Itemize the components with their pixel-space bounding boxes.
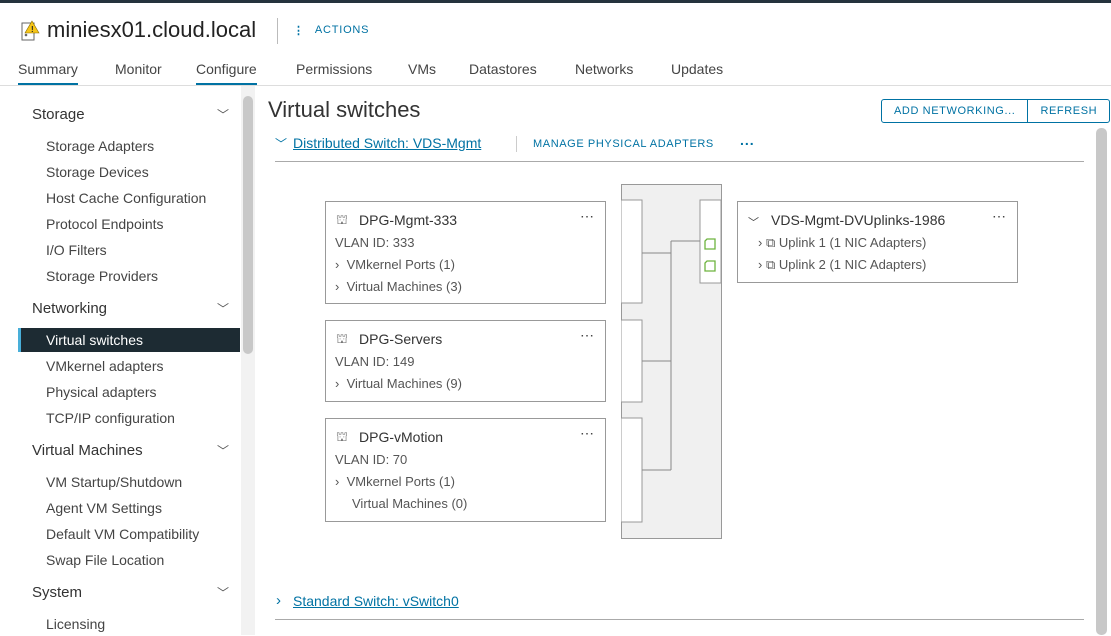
sidebar-item-storage-adapters[interactable]: Storage Adapters: [18, 134, 240, 158]
uplink-toggle[interactable]: › ⧉ Uplink 1 (1 NIC Adapters): [758, 235, 926, 251]
tab-summary[interactable]: Summary: [18, 61, 78, 86]
more-actions-button[interactable]: ...: [740, 132, 755, 148]
kebab-icon: ⋮: [293, 25, 305, 37]
uplinks-name: VDS-Mgmt-DVUplinks-1986: [771, 212, 946, 228]
tab-datastores[interactable]: Datastores: [469, 61, 537, 83]
actions-button[interactable]: ⋮ ACTIONS: [293, 24, 369, 37]
more-icon[interactable]: ⋯: [580, 208, 595, 225]
sidebar-item-io-filters[interactable]: I/O Filters: [18, 238, 240, 262]
more-icon[interactable]: ⋯: [580, 425, 595, 442]
sidebar-item-tcpip[interactable]: TCP/IP configuration: [18, 406, 240, 430]
tab-vms[interactable]: VMs: [408, 61, 436, 83]
vds-link[interactable]: Distributed Switch: VDS-Mgmt: [293, 135, 481, 151]
row-label: Virtual Machines (0): [352, 496, 468, 511]
main-scrollbar[interactable]: [1096, 128, 1107, 635]
sidebar-item-virtual-switches[interactable]: Virtual switches: [18, 328, 240, 352]
tab-permissions[interactable]: Permissions: [296, 61, 372, 83]
top-bar: [0, 0, 1111, 3]
row-label: VMkernel Ports (1): [346, 474, 455, 489]
chevron-down-icon[interactable]: ﹀: [217, 442, 229, 459]
sidebar-section-storage[interactable]: Storage: [32, 106, 85, 123]
chevron-down-icon[interactable]: ﹀: [275, 135, 287, 152]
sidebar-section-networking[interactable]: Networking: [32, 300, 107, 317]
tab-updates[interactable]: Updates: [671, 61, 723, 83]
portgroup-icon: ⛫: [336, 212, 348, 227]
manage-physical-adapters-button[interactable]: MANAGE PHYSICAL ADAPTERS: [533, 138, 714, 150]
sidebar-item-agent-vm[interactable]: Agent VM Settings: [18, 496, 240, 520]
row-label: VMkernel Ports (1): [346, 257, 455, 272]
host-warning-icon: !: [20, 20, 40, 47]
row-label: Virtual Machines (3): [346, 279, 462, 294]
portgroup-icon: ⛫: [336, 331, 348, 346]
vlan-id: VLAN ID: 149: [335, 354, 415, 369]
divider: [277, 18, 278, 44]
uplink-icon: ⧉: [765, 235, 776, 250]
svg-text:!: !: [31, 25, 34, 34]
sidebar-item-storage-devices[interactable]: Storage Devices: [18, 160, 240, 184]
sidebar-item-physical-adapters[interactable]: Physical adapters: [18, 380, 240, 404]
portgroup-name: DPG-vMotion: [359, 429, 444, 445]
sidebar-item-vm-startup[interactable]: VM Startup/Shutdown: [18, 470, 240, 494]
portgroup-icon: ⛫: [336, 429, 348, 444]
add-networking-button[interactable]: ADD NETWORKING...: [882, 100, 1027, 122]
actions-label: ACTIONS: [314, 24, 370, 36]
chevron-down-icon[interactable]: ﹀: [217, 584, 229, 601]
sidebar-section-virtual-machines[interactable]: Virtual Machines: [32, 442, 143, 459]
portgroup-name: DPG-Servers: [359, 331, 443, 347]
row-label: Uplink 2 (1 NIC Adapters): [778, 257, 927, 272]
vmkernel-ports-toggle[interactable]: › VMkernel Ports (1): [335, 474, 455, 489]
chevron-down-icon[interactable]: ﹀: [217, 106, 229, 123]
switch-connectors: [621, 199, 722, 523]
portgroup-card: ⛫ DPG-Mgmt-333 ⋯ VLAN ID: 333 › VMkernel…: [325, 201, 606, 304]
portgroup-name: DPG-Mgmt-333: [359, 212, 458, 228]
vmkernel-ports-toggle[interactable]: › VMkernel Ports (1): [335, 257, 455, 272]
uplink-icon: ⧉: [765, 257, 776, 272]
sidebar: Storage ﹀ Storage Adapters Storage Device…: [0, 86, 240, 635]
chevron-down-icon[interactable]: ﹀: [217, 300, 229, 317]
vlan-id: VLAN ID: 70: [335, 452, 408, 467]
virtual-machines-toggle[interactable]: › Virtual Machines (9): [335, 376, 462, 391]
section-divider: [275, 161, 1084, 162]
sidebar-item-default-vm-compat[interactable]: Default VM Compatibility: [18, 522, 240, 546]
section-divider: [275, 619, 1084, 620]
sidebar-item-licensing[interactable]: Licensing: [18, 612, 240, 636]
sidebar-item-host-cache[interactable]: Host Cache Configuration: [18, 186, 240, 210]
uplink-toggle[interactable]: › ⧉ Uplink 2 (1 NIC Adapters): [758, 257, 926, 273]
sidebar-item-protocol-endpoints[interactable]: Protocol Endpoints: [18, 212, 240, 236]
host-title: miniesx01.cloud.local: [47, 17, 257, 42]
more-icon[interactable]: ⋯: [580, 327, 595, 344]
virtual-machines-toggle[interactable]: › Virtual Machines (3): [335, 279, 462, 294]
button-group: ADD NETWORKING... REFRESH: [881, 99, 1111, 123]
tab-networks[interactable]: Networks: [575, 61, 633, 83]
divider: [516, 136, 517, 152]
portgroup-card: ⛫ DPG-vMotion ⋯ VLAN ID: 70 › VMkernel P…: [325, 418, 606, 522]
vlan-id: VLAN ID: 333: [335, 235, 415, 250]
chevron-right-icon[interactable]: ›: [276, 592, 281, 609]
more-icon[interactable]: ⋯: [992, 208, 1007, 225]
sidebar-scrollbar[interactable]: [243, 96, 253, 354]
sidebar-section-system[interactable]: System: [32, 584, 82, 601]
portgroup-card: ⛫ DPG-Servers ⋯ VLAN ID: 149 › Virtual M…: [325, 320, 606, 402]
chevron-down-icon[interactable]: ﹀: [748, 214, 759, 230]
vss-link[interactable]: Standard Switch: vSwitch0: [293, 593, 459, 609]
sidebar-item-swap-file[interactable]: Swap File Location: [18, 548, 240, 572]
refresh-button[interactable]: REFRESH: [1027, 100, 1109, 122]
row-label: Uplink 1 (1 NIC Adapters): [778, 235, 927, 250]
sidebar-item-storage-providers[interactable]: Storage Providers: [18, 264, 240, 288]
tab-configure[interactable]: Configure: [196, 61, 257, 86]
uplinks-card: ﹀ VDS-Mgmt-DVUplinks-1986 ⋯ › ⧉ Uplink 1…: [737, 201, 1018, 283]
page-title: Virtual switches: [268, 97, 421, 122]
sidebar-item-vmkernel-adapters[interactable]: VMkernel adapters: [18, 354, 240, 378]
row-label: Virtual Machines (9): [346, 376, 462, 391]
tab-monitor[interactable]: Monitor: [115, 61, 162, 83]
